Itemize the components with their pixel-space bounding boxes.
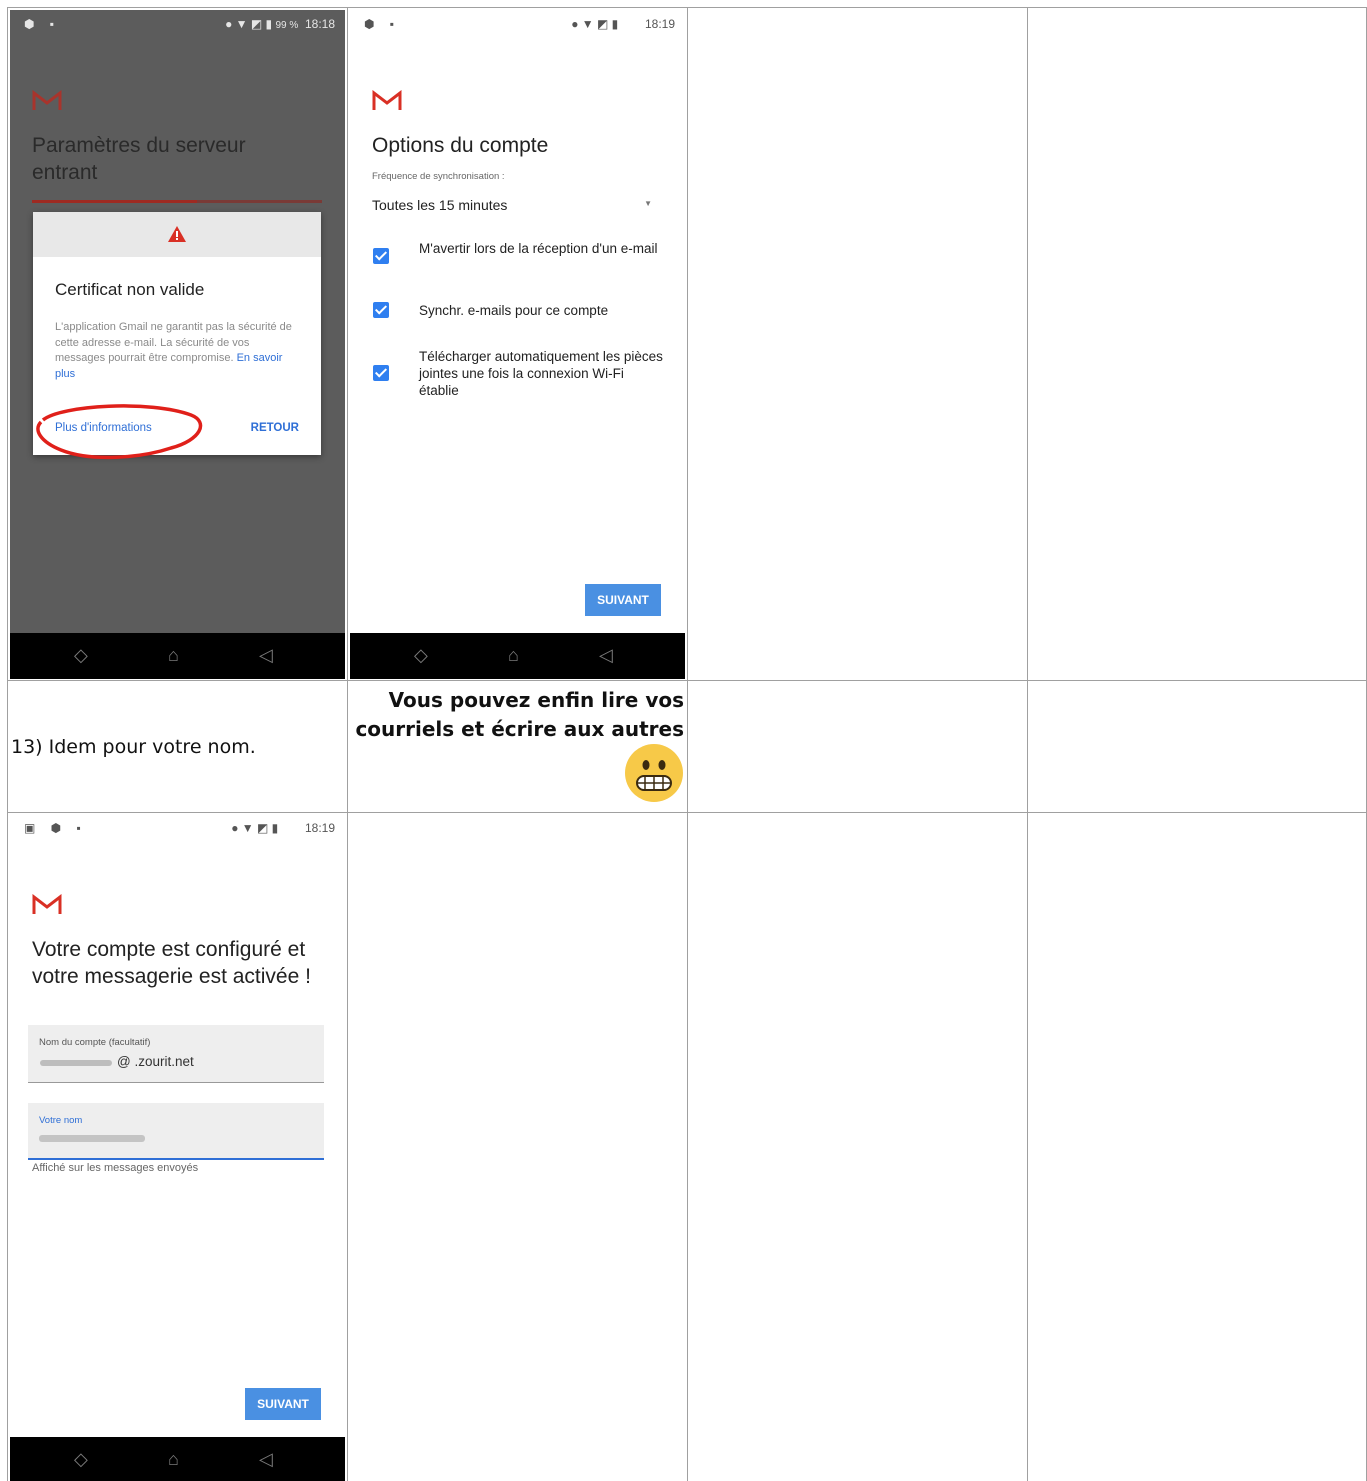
your-name-hint: Affiché sur les messages envoyés — [32, 1162, 199, 1174]
warning-icon — [168, 226, 186, 242]
final-message: Vous pouvez enfin lire vos courriels et … — [355, 688, 684, 741]
table-cell-r3c4 — [1027, 812, 1367, 1481]
status-bar: ⬢ ▪ ● ▼ ◩ ▮ 18:19 — [350, 10, 685, 38]
next-button[interactable]: SUIVANT — [245, 1388, 321, 1420]
attachments-option-label: Télécharger automatiquement les pièces j… — [419, 349, 663, 398]
status-icons-left: ▣ ⬢ ▪ — [24, 821, 87, 835]
gmail-logo-icon — [372, 90, 402, 110]
android-nav-bar: ◇ ⌂ ◁ — [10, 633, 345, 679]
step-13-text: 13) Idem pour votre nom. — [11, 736, 256, 758]
progress-bar-fill — [32, 200, 198, 203]
blurred-text — [40, 1060, 112, 1066]
home-icon[interactable]: ⌂ — [168, 1449, 179, 1470]
table-cell-r2c4 — [1027, 680, 1367, 813]
attachments-checkbox[interactable] — [373, 365, 389, 381]
table-cell-r2c1: 13) Idem pour votre nom. — [7, 680, 348, 813]
account-name-field[interactable]: Nom du compte (facultatif) @ .zourit.net — [28, 1025, 324, 1083]
status-bar: ⬢ ▪ ● ▼ ◩ ▮ 99 % 18:18 — [10, 10, 345, 38]
next-button[interactable]: SUIVANT — [585, 584, 661, 616]
sync-frequency-label: Fréquence de synchronisation : — [372, 171, 505, 182]
notify-option-label: M'avertir lors de la réception d'un e-ma… — [419, 241, 658, 256]
screenshot-incoming-server: ⬢ ▪ ● ▼ ◩ ▮ 99 % 18:18 Paramètres du ser… — [10, 10, 345, 679]
page-title: Votre compte est configuré et votre mess… — [32, 938, 311, 988]
status-time: 18:19 — [304, 821, 335, 835]
status-icons-right: ● ▼ ◩ ▮ — [225, 17, 276, 31]
sync-option-label: Synchr. e-mails pour ce compte — [419, 303, 609, 318]
status-icons-left: ⬢ ▪ — [24, 17, 61, 31]
page-title: Options du compte — [372, 134, 549, 157]
table-cell-r3c2 — [347, 812, 688, 1481]
recent-apps-icon[interactable]: ◇ — [414, 645, 428, 666]
android-nav-bar: ◇ ⌂ ◁ — [350, 633, 685, 679]
your-name-field[interactable]: Votre nom — [28, 1103, 324, 1160]
page-title: Paramètres du serveur entrant — [32, 134, 246, 184]
dialog-body: L'application Gmail ne garantit pas la s… — [55, 321, 292, 380]
your-name-label: Votre nom — [39, 1115, 83, 1126]
screenshot-account-configured: ▣ ⬢ ▪ ● ▼ ◩ ▮ 18:19 Votre compte est con… — [10, 814, 345, 1481]
dialog-title: Certificat non valide — [55, 280, 205, 299]
sync-frequency-select[interactable]: Toutes les 15 minutes ▼ — [372, 197, 654, 217]
certificate-dialog: Certificat non valide L'application Gmai… — [33, 212, 321, 460]
status-icons-right: ● ▼ ◩ ▮ — [231, 821, 279, 835]
back-nav-icon[interactable]: ◁ — [259, 645, 273, 666]
gmail-logo-icon — [32, 90, 62, 110]
back-button[interactable]: RETOUR — [251, 422, 299, 434]
table-cell-r1c4 — [1027, 7, 1367, 681]
android-nav-bar: ◇ ⌂ ◁ — [10, 1437, 345, 1481]
account-name-value: @ .zourit.net — [117, 1054, 194, 1069]
battery-level: 99 % — [275, 20, 299, 31]
sync-frequency-value: Toutes les 15 minutes — [372, 197, 508, 213]
gmail-logo-icon — [32, 894, 62, 914]
status-time: 18:19 — [644, 17, 675, 31]
status-icons-left: ⬢ ▪ — [364, 17, 401, 31]
table-cell-r1c3 — [687, 7, 1028, 681]
blurred-name — [39, 1135, 145, 1142]
account-name-label: Nom du compte (facultatif) — [39, 1037, 151, 1048]
table-cell-r2c2: Vous pouvez enfin lire vos courriels et … — [347, 680, 688, 813]
red-circle-annotation — [36, 404, 203, 460]
home-icon[interactable]: ⌂ — [168, 645, 179, 666]
screenshot-account-options: ⬢ ▪ ● ▼ ◩ ▮ 18:19 Options du compte Fréq… — [350, 10, 685, 679]
grimacing-face-icon — [625, 744, 683, 802]
dropdown-arrow-icon: ▼ — [644, 199, 652, 208]
recent-apps-icon[interactable]: ◇ — [74, 645, 88, 666]
notify-checkbox[interactable] — [373, 248, 389, 264]
recent-apps-icon[interactable]: ◇ — [74, 1449, 88, 1470]
dialog-header — [33, 212, 321, 257]
sync-checkbox[interactable] — [373, 302, 389, 318]
progress-bar — [32, 200, 322, 203]
back-nav-icon[interactable]: ◁ — [259, 1449, 273, 1470]
home-icon[interactable]: ⌂ — [508, 645, 519, 666]
status-time: 18:18 — [304, 17, 335, 31]
table-cell-r3c3 — [687, 812, 1028, 1481]
back-nav-icon[interactable]: ◁ — [599, 645, 613, 666]
table-cell-r2c3 — [687, 680, 1028, 813]
status-icons-right: ● ▼ ◩ ▮ — [571, 17, 619, 31]
status-bar: ▣ ⬢ ▪ ● ▼ ◩ ▮ 18:19 — [10, 814, 345, 842]
